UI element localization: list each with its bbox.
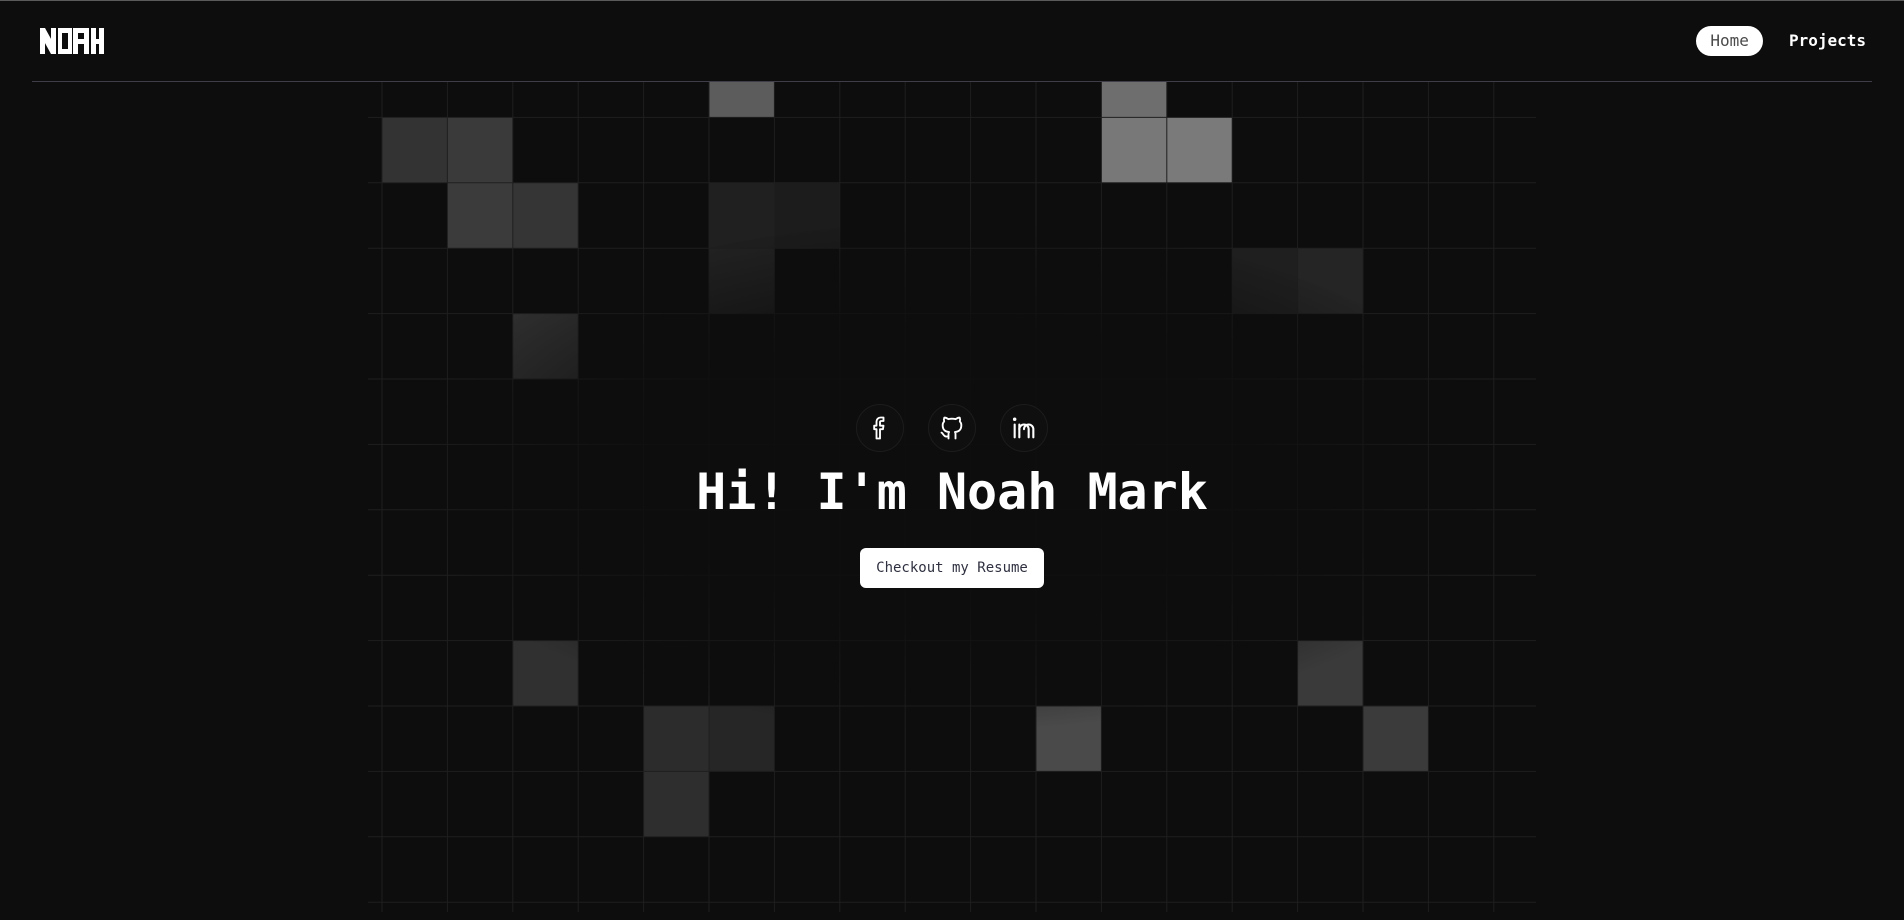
- grid-tile: [643, 706, 709, 772]
- nav-home[interactable]: Home: [1696, 26, 1763, 56]
- grid-tile: [1101, 82, 1167, 118]
- github-link[interactable]: [928, 404, 976, 452]
- facebook-link[interactable]: [856, 404, 904, 452]
- noah-logo[interactable]: [40, 26, 104, 56]
- resume-button[interactable]: Checkout my Resume: [860, 548, 1044, 588]
- facebook-icon: [873, 416, 885, 440]
- grid-tile: [643, 771, 709, 837]
- social-links: [856, 404, 1048, 452]
- grid-tile: [709, 82, 775, 118]
- grid-tile: [1166, 117, 1233, 183]
- main-nav: Home Projects: [1696, 26, 1876, 56]
- nav-projects[interactable]: Projects: [1779, 26, 1876, 56]
- grid-tile: [382, 117, 448, 183]
- hero-title: Hi! I'm Noah Mark: [696, 463, 1208, 521]
- grid-tile: [447, 182, 513, 249]
- grid-tile: [447, 117, 513, 183]
- hero-section: Hi! I'm Noah Mark Checkout my Resume: [0, 404, 1904, 588]
- linkedin-link[interactable]: [1000, 404, 1048, 452]
- grid-tile: [1101, 117, 1167, 183]
- site-header: Home Projects: [0, 0, 1904, 82]
- github-icon: [940, 416, 963, 440]
- grid-tile: [512, 182, 579, 249]
- grid-tile: [1363, 706, 1429, 772]
- linkedin-icon: [1012, 417, 1035, 439]
